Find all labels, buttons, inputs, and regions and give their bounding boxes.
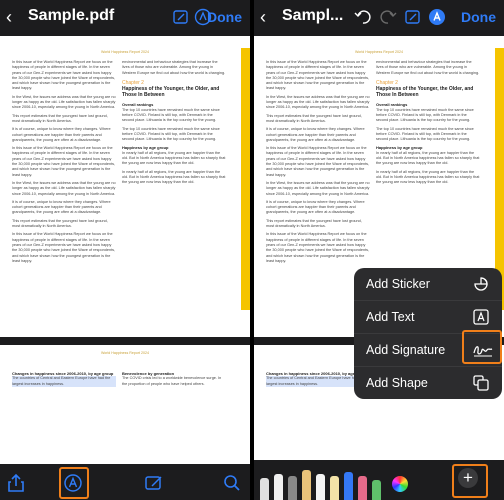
paragraph: The top 10 countries have remained much … bbox=[376, 126, 474, 142]
pdf-page-2: World Happiness Report 2024 Changes in h… bbox=[0, 345, 250, 464]
paragraph: This report estimates that the youngest … bbox=[266, 218, 362, 229]
pdf-viewer-panel-markup: ‹ Sampl... Done World Happiness Report 2… bbox=[254, 0, 504, 500]
paragraph: In this issue of the World Happiness Rep… bbox=[12, 60, 116, 91]
chapter-title: Happiness of the Younger, the Older, and… bbox=[122, 85, 220, 99]
text-box-icon bbox=[472, 308, 490, 326]
paragraph: In the West, the issues we address was t… bbox=[12, 94, 116, 110]
pen-tool-light[interactable] bbox=[274, 474, 283, 500]
document-title: Sampl... bbox=[282, 7, 344, 24]
paragraph: In nearly half of all regions, the young… bbox=[122, 169, 226, 185]
back-chevron-icon[interactable]: ‹ bbox=[6, 8, 12, 26]
top-navigation-bar: ‹ Sample.pdf Done bbox=[0, 0, 250, 36]
pen-tool-blue[interactable] bbox=[344, 472, 353, 500]
markup-active-icon[interactable] bbox=[428, 8, 446, 26]
top-navigation-bar: ‹ Sampl... Done bbox=[254, 0, 504, 36]
pdf-page: World Happiness Report 2024 In this issu… bbox=[254, 36, 504, 464]
markup-tool-palette: + bbox=[254, 460, 504, 500]
text-column-right: Benevolence by generation The COVID cris… bbox=[122, 371, 226, 390]
paragraph: In this issue of the World Happiness Rep… bbox=[12, 232, 116, 263]
pen-tool-white[interactable] bbox=[260, 478, 269, 500]
menu-item-add-sticker[interactable]: Add Sticker bbox=[354, 268, 502, 301]
paragraph: In this issue of the World Happiness Rep… bbox=[266, 60, 370, 91]
paragraph: environmental and behaviour strategies t… bbox=[376, 60, 480, 75]
paragraph: The top 10 countries have remained much … bbox=[376, 107, 474, 123]
highlighter-tool[interactable] bbox=[330, 476, 339, 500]
paragraph: In nearly half of all regions, the young… bbox=[376, 169, 480, 185]
redo-icon[interactable] bbox=[379, 8, 397, 26]
menu-item-add-shape[interactable]: Add Shape bbox=[354, 367, 502, 399]
bottom-toolbar bbox=[0, 464, 250, 500]
search-icon[interactable] bbox=[222, 473, 242, 493]
paragraph: This report estimates that the youngest … bbox=[12, 113, 108, 123]
done-button[interactable]: Done bbox=[461, 9, 496, 25]
pencil-tool[interactable] bbox=[302, 470, 311, 500]
text-column-left: In this issue of the World Happiness Rep… bbox=[266, 60, 370, 267]
menu-item-label: Add Shape bbox=[366, 376, 428, 390]
paragraph: In the West, the issues we address was t… bbox=[266, 180, 370, 196]
paragraph: In the West, the issues we address was t… bbox=[12, 180, 116, 196]
paragraph: It is of course, unique to know where th… bbox=[266, 199, 365, 215]
paragraph: The countries of Central and Eastern Eur… bbox=[12, 376, 116, 387]
chapter-title: Happiness of the Younger, the Older, and… bbox=[376, 85, 474, 99]
page-header: World Happiness Report 2024 bbox=[100, 50, 150, 54]
paragraph: In this issue of the World Happiness Rep… bbox=[266, 232, 370, 263]
paragraph: This report estimates that the youngest … bbox=[12, 218, 108, 229]
undo-icon[interactable] bbox=[354, 8, 372, 26]
signature-icon-highlight bbox=[462, 330, 502, 364]
paragraph: The COVID crisis led to a worldwide bene… bbox=[122, 376, 222, 386]
paragraph: In nearly half of all regions, the young… bbox=[376, 150, 480, 166]
edit-pdf-icon[interactable] bbox=[144, 473, 164, 493]
pdf-viewer-panel: ‹ Sample.pdf Done World Happiness Report… bbox=[0, 0, 250, 500]
paragraph: It is of course, unique to know where th… bbox=[266, 127, 365, 142]
text-column-left: In this issue of the World Happiness Rep… bbox=[12, 60, 116, 267]
back-chevron-icon[interactable]: ‹ bbox=[260, 8, 266, 26]
paragraph: In nearly half of all regions, the young… bbox=[122, 150, 226, 166]
pen-tool-gray[interactable] bbox=[288, 476, 297, 500]
menu-item-label: Add Text bbox=[366, 310, 415, 324]
pen-tool-green[interactable] bbox=[372, 480, 381, 500]
paragraph: The top 10 countries have remained much … bbox=[122, 126, 220, 142]
text-column-left: Changes in happiness since 2006-2010, by… bbox=[12, 371, 116, 390]
markup-icon[interactable] bbox=[63, 473, 83, 493]
text-column-right: environmental and behaviour strategies t… bbox=[376, 60, 480, 189]
paragraph: In this issue of the World Happiness Rep… bbox=[12, 146, 116, 177]
page-header: World Happiness Report 2024 bbox=[100, 351, 150, 355]
shape-icon bbox=[472, 374, 490, 392]
edit-pdf-icon[interactable] bbox=[404, 8, 422, 26]
done-button[interactable]: Done bbox=[207, 9, 242, 25]
page-header: World Happiness Report 2024 bbox=[354, 50, 404, 54]
eraser-tool[interactable] bbox=[316, 474, 325, 500]
paragraph: This report estimates that the youngest … bbox=[266, 113, 362, 123]
plus-icon[interactable]: + bbox=[458, 468, 478, 488]
text-column-right: environmental and behaviour strategies t… bbox=[122, 60, 226, 189]
paragraph: In the West, the issues we address was t… bbox=[266, 94, 370, 110]
pen-tool-pink[interactable] bbox=[358, 476, 367, 500]
pdf-page: World Happiness Report 2024 In this issu… bbox=[0, 36, 250, 464]
markup-pen-icon[interactable] bbox=[172, 8, 190, 26]
menu-item-label: Add Sticker bbox=[366, 277, 430, 291]
sticker-icon bbox=[472, 275, 490, 293]
paragraph: In this issue of the World Happiness Rep… bbox=[266, 146, 370, 177]
document-title: Sample.pdf bbox=[28, 7, 115, 24]
menu-item-label: Add Signature bbox=[366, 343, 446, 357]
paragraph: The top 10 countries have remained much … bbox=[122, 107, 220, 123]
page-accent-bar bbox=[241, 48, 250, 310]
color-picker-icon[interactable] bbox=[392, 476, 408, 492]
paragraph: environmental and behaviour strategies t… bbox=[122, 60, 226, 75]
paragraph: It is of course, unique to know where th… bbox=[12, 127, 111, 142]
share-icon[interactable] bbox=[6, 473, 26, 493]
paragraph: It is of course, unique to know where th… bbox=[12, 199, 111, 215]
page-gap bbox=[0, 337, 250, 345]
